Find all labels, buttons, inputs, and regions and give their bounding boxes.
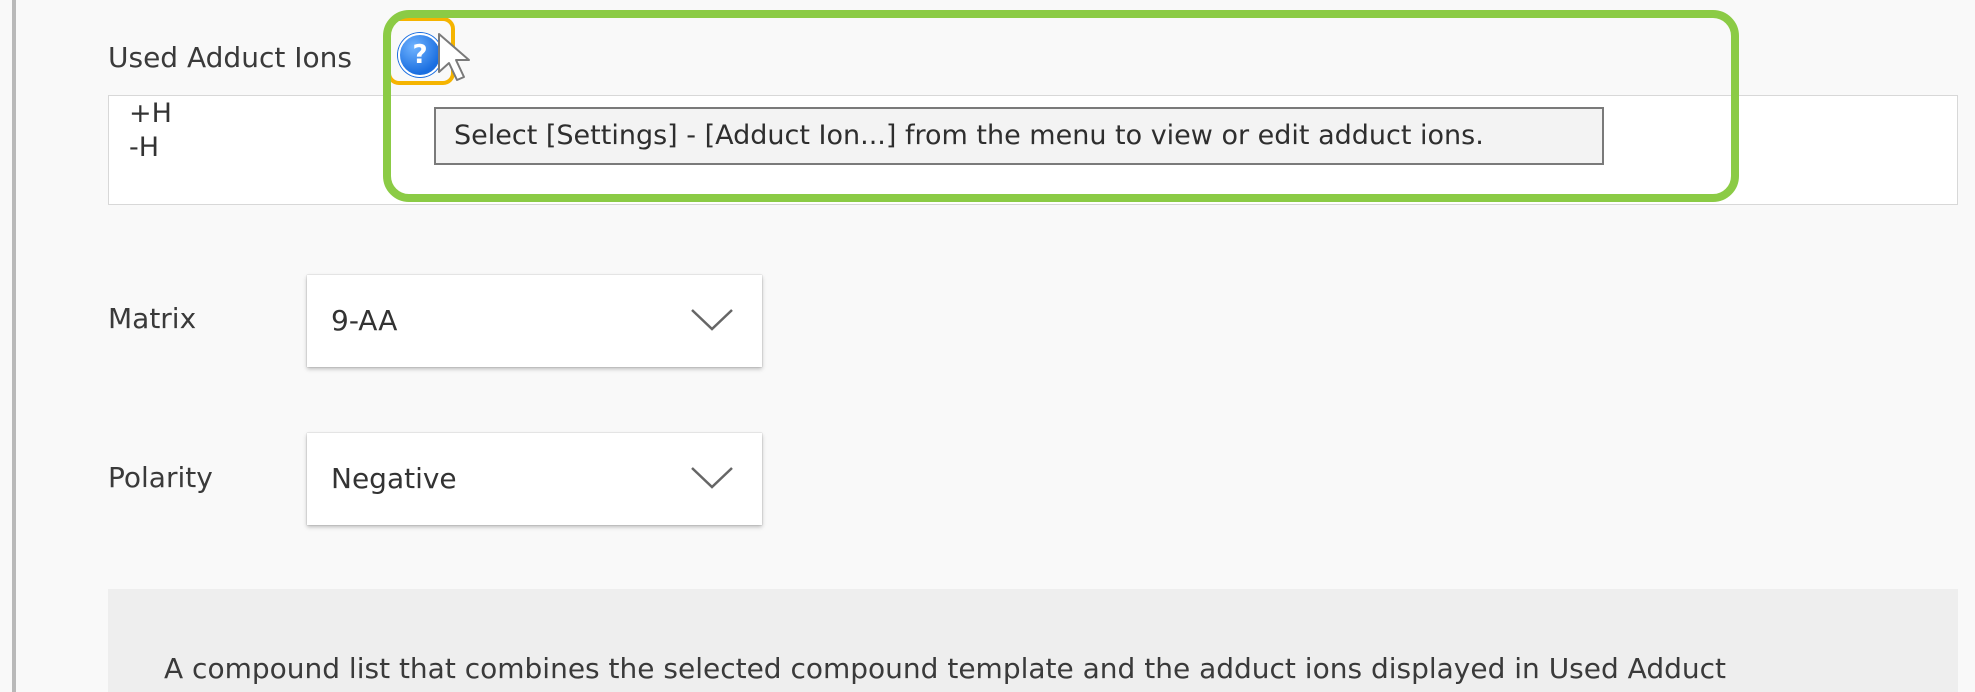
polarity-selected-value: Negative [331,462,457,495]
adduct-ion-item: -H [129,132,160,163]
chevron-down-icon [691,309,733,331]
matrix-selected-value: 9-AA [331,304,398,337]
chevron-down-icon [691,467,733,489]
help-tooltip: Select [Settings] - [Adduct Ion...] from… [434,107,1604,165]
panel-left-border [12,0,16,692]
polarity-select[interactable]: Negative [307,433,762,525]
compound-list-info-box: A compound list that combines the select… [108,589,1958,692]
polarity-label: Polarity [108,461,213,494]
settings-panel: Used Adduct Ions ? +H -H Select [Setting… [0,0,1975,692]
matrix-label: Matrix [108,302,197,335]
adduct-ion-item: +H [129,98,172,129]
tooltip-callout-highlight [383,10,1739,202]
used-adduct-ions-label: Used Adduct Ions [108,41,352,74]
compound-list-description: A compound list that combines the select… [164,652,1726,685]
matrix-select[interactable]: 9-AA [307,275,762,367]
